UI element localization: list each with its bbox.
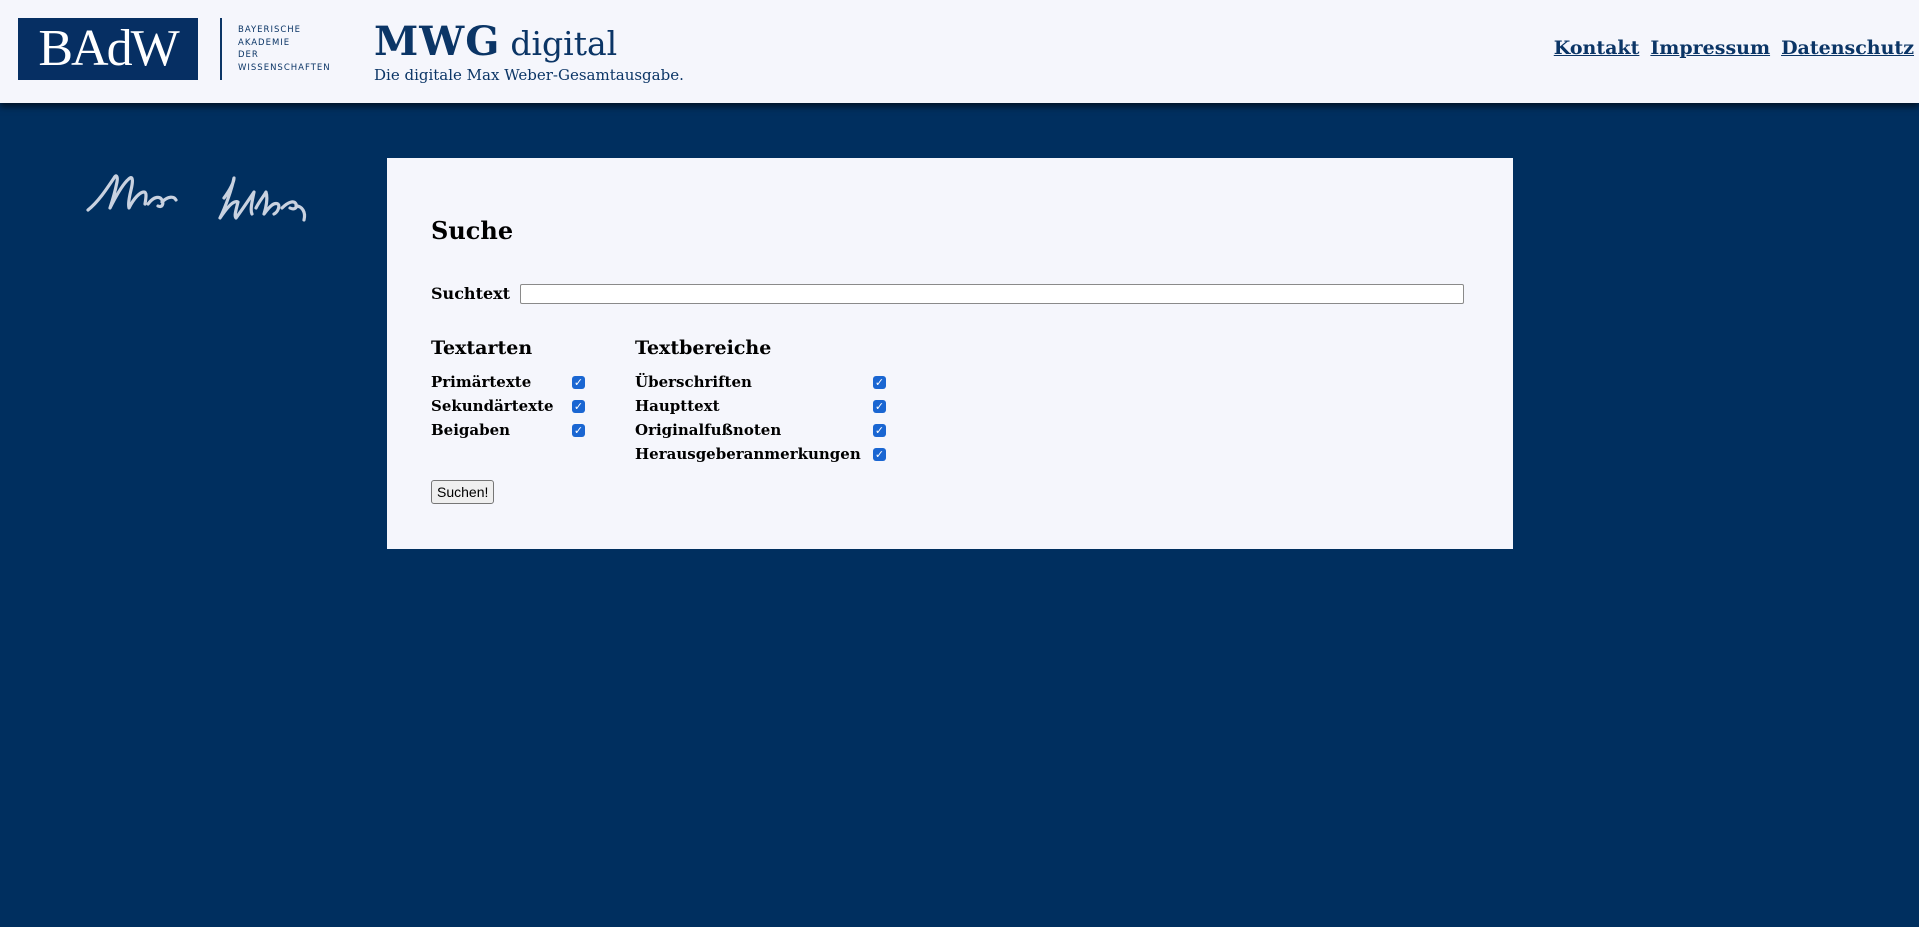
search-input[interactable] xyxy=(520,284,1464,304)
search-panel: Suche Suchtext Textarten Primärtexte ✓ S… xyxy=(387,158,1513,549)
site-title-light: digital xyxy=(510,24,618,63)
site-title-bold: MWG xyxy=(374,18,501,65)
option-label: Haupttext xyxy=(635,397,720,415)
academy-name: BAYERISCHE AKADEMIE DER WISSENSCHAFTEN xyxy=(238,24,331,74)
option-label: Überschriften xyxy=(635,373,752,391)
academy-line: BAYERISCHE xyxy=(238,25,302,35)
checkmark-icon: ✓ xyxy=(573,400,584,413)
academy-line: DER xyxy=(238,50,259,60)
top-nav: Kontakt Impressum Datenschutz xyxy=(1554,37,1914,59)
site-title: MWG digital xyxy=(374,18,684,68)
checkmark-icon: ✓ xyxy=(874,424,885,437)
page-title: Suche xyxy=(431,216,514,245)
search-label: Suchtext xyxy=(431,284,511,303)
checkmark-icon: ✓ xyxy=(874,400,885,413)
option-label: Primärtexte xyxy=(431,373,532,391)
option-herausgeberanmerkungen[interactable]: Herausgeberanmerkungen xyxy=(635,444,861,464)
checkbox-ueberschriften[interactable]: ✓ xyxy=(873,376,886,389)
academy-line: WISSENSCHAFTEN xyxy=(238,62,331,73)
academy-line: AKADEMIE xyxy=(238,37,291,48)
checkbox-haupttext[interactable]: ✓ xyxy=(873,400,886,413)
option-sekundaertexte[interactable]: Sekundärtexte xyxy=(431,396,554,416)
top-header: BAdW BAYERISCHE AKADEMIE DER WISSENSCHAF… xyxy=(0,0,1919,103)
checkmark-icon: ✓ xyxy=(874,376,885,389)
mwg-brand[interactable]: MWG digital Die digitale Max Weber-Gesamt… xyxy=(374,18,684,84)
option-label: Herausgeberanmerkungen xyxy=(635,445,861,463)
checkmark-icon: ✓ xyxy=(874,448,885,461)
option-label: Beigaben xyxy=(431,421,511,439)
link-impressum[interactable]: Impressum xyxy=(1650,37,1770,59)
checkmark-icon: ✓ xyxy=(573,376,584,389)
option-originalfussnoten[interactable]: Originalfußnoten xyxy=(635,420,781,440)
search-submit-button[interactable]: Suchen! xyxy=(431,480,495,504)
link-datenschutz[interactable]: Datenschutz xyxy=(1781,37,1914,59)
option-label: Originalfußnoten xyxy=(635,421,782,439)
logo-divider xyxy=(220,18,222,80)
checkbox-sekundaertexte[interactable]: ✓ xyxy=(572,400,585,413)
checkbox-herausgeberanmerkungen[interactable]: ✓ xyxy=(873,448,886,461)
badw-logo[interactable]: BAdW xyxy=(18,18,198,80)
option-ueberschriften[interactable]: Überschriften xyxy=(635,372,752,392)
textbereiche-title: Textbereiche xyxy=(635,337,772,359)
option-label: Sekundärtexte xyxy=(431,397,554,415)
checkbox-primaertexte[interactable]: ✓ xyxy=(572,376,585,389)
checkmark-icon: ✓ xyxy=(573,424,584,437)
site-subtitle: Die digitale Max Weber-Gesamtausgabe. xyxy=(374,66,684,84)
max-weber-signature xyxy=(86,174,307,222)
checkbox-originalfussnoten[interactable]: ✓ xyxy=(873,424,886,437)
option-haupttext[interactable]: Haupttext xyxy=(635,396,720,416)
link-kontakt[interactable]: Kontakt xyxy=(1554,37,1640,59)
textarten-title: Textarten xyxy=(431,337,533,359)
checkbox-beigaben[interactable]: ✓ xyxy=(572,424,585,437)
option-primaertexte[interactable]: Primärtexte xyxy=(431,372,531,392)
option-beigaben[interactable]: Beigaben xyxy=(431,420,510,440)
